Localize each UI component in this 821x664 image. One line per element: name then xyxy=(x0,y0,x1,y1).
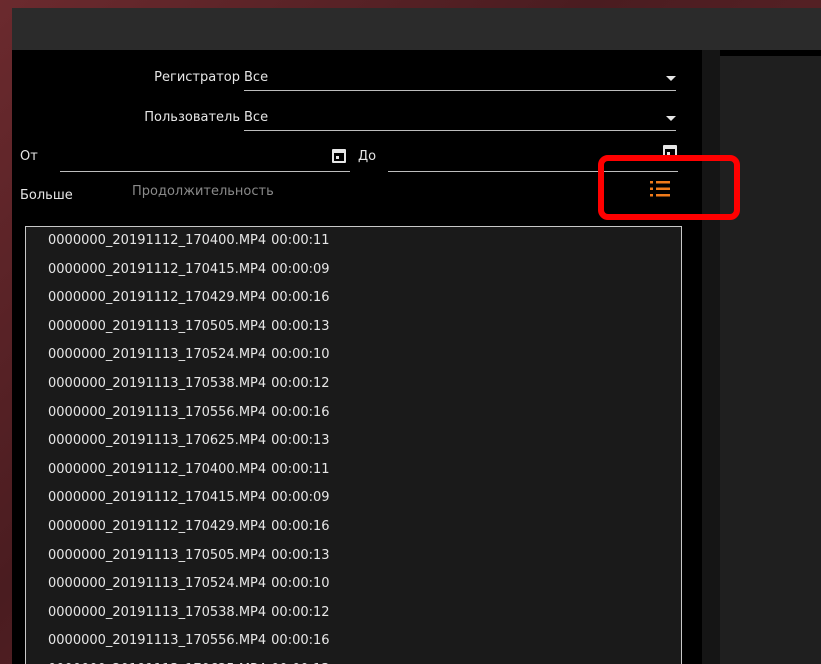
recorder-select-value: Все xyxy=(244,70,269,85)
user-label: Пользователь xyxy=(144,110,240,125)
file-duration: 00:00:16 xyxy=(271,404,330,420)
list-item[interactable]: 0000000_20191112_170415.MP4 00:00:09 xyxy=(26,256,681,285)
list-item[interactable]: 0000000_20191112_170400.MP4 00:00:11 xyxy=(26,227,681,256)
list-item[interactable]: 0000000_20191113_170538.MP4 00:00:12 xyxy=(26,599,681,628)
file-duration: 00:00:12 xyxy=(271,604,330,620)
app-window: Регистратор Все Пользователь Все От До Б… xyxy=(12,8,821,664)
file-name: 0000000_20191113_170505.MP4 xyxy=(48,318,267,334)
file-duration: 00:00:13 xyxy=(271,433,330,449)
file-duration: 00:00:11 xyxy=(271,233,330,248)
file-duration: 00:00:12 xyxy=(271,375,330,391)
to-label: До xyxy=(358,149,377,164)
desktop-background: Регистратор Все Пользователь Все От До Б… xyxy=(0,0,821,664)
file-duration: 00:00:16 xyxy=(271,633,330,649)
user-select-value: Все xyxy=(244,110,269,125)
file-list[interactable]: 0000000_20191112_170400.MP4 00:00:11 00000… xyxy=(25,226,682,664)
file-duration: 00:00:09 xyxy=(271,490,330,506)
duration-label: Продолжительность xyxy=(132,184,274,199)
list-item[interactable]: 0000000_20191112_170415.MP4 00:00:09 xyxy=(26,484,681,513)
from-date-input[interactable] xyxy=(60,171,350,172)
file-duration: 00:00:10 xyxy=(271,347,330,363)
list-item[interactable]: 0000000_20191113_170625.MP400:00:13 xyxy=(26,427,681,456)
list-item[interactable]: 0000000_20191113_170524.MP4 00:00:10 xyxy=(26,570,681,599)
file-name: 0000000_20191113_170625.MP4 xyxy=(48,433,267,449)
recorder-label: Регистратор xyxy=(154,70,240,85)
list-item[interactable]: 0000000_20191113_170538.MP4 00:00:12 xyxy=(26,370,681,399)
from-label: От xyxy=(20,149,38,164)
calendar-icon[interactable] xyxy=(332,149,346,163)
list-item[interactable]: 0000000_20191112_170429.MP4 00:00:16 xyxy=(26,284,681,313)
recorder-select[interactable]: Все xyxy=(244,68,676,91)
list-item[interactable]: 0000000_20191113_170556.MP4 00:00:16 xyxy=(26,399,681,428)
list-item[interactable]: 0000000_20191112_170429.MP4 00:00:16 xyxy=(26,513,681,542)
list-item[interactable]: 0000000_20191112_170400.MP4 00:00:11 xyxy=(26,456,681,485)
file-duration: 00:00:16 xyxy=(271,290,330,306)
preview-panel xyxy=(720,56,821,664)
more-button[interactable]: Больше xyxy=(20,188,73,203)
file-name: 0000000_20191113_170556.MP4 xyxy=(48,404,267,420)
file-duration: 00:00:11 xyxy=(271,461,330,477)
file-duration: 00:00:09 xyxy=(271,261,330,277)
list-item[interactable]: 0000000_20191113_170505.MP4 00:00:13 xyxy=(26,542,681,571)
list-item[interactable]: 0000000_20191113_170625.MP400:00:13 xyxy=(26,656,681,664)
list-item[interactable]: 0000000_20191113_170556.MP4 00:00:16 xyxy=(26,627,681,656)
chevron-down-icon xyxy=(666,116,676,121)
file-duration: 00:00:16 xyxy=(271,518,330,534)
chevron-down-icon xyxy=(666,76,676,81)
file-duration: 00:00:13 xyxy=(271,547,330,563)
search-panel: Регистратор Все Пользователь Все От До Б… xyxy=(12,50,702,664)
file-name: 0000000_20191113_170538.MP4 xyxy=(48,375,267,391)
list-item[interactable]: 0000000_20191113_170505.MP4 00:00:13 xyxy=(26,313,681,342)
panel-splitter[interactable] xyxy=(702,50,720,664)
file-duration: 00:00:10 xyxy=(271,576,330,592)
file-name: 0000000_20191112_170415.MP4 xyxy=(48,490,267,506)
file-name: 0000000_20191112_170429.MP4 xyxy=(48,518,267,534)
file-name: 0000000_20191113_170505.MP4 xyxy=(48,547,267,563)
file-name: 0000000_20191113_170524.MP4 xyxy=(48,576,267,592)
file-name: 0000000_20191112_170415.MP4 xyxy=(48,261,267,277)
file-name: 0000000_20191113_170524.MP4 xyxy=(48,347,267,363)
file-name: 0000000_20191113_170556.MP4 xyxy=(48,633,267,649)
file-name: 0000000_20191113_170538.MP4 xyxy=(48,604,267,620)
file-duration: 00:00:13 xyxy=(271,318,330,334)
file-name: 0000000_20191112_170400.MP4 xyxy=(48,461,267,477)
file-name: 0000000_20191112_170400.MP4 xyxy=(48,233,267,248)
highlight-annotation xyxy=(598,155,740,220)
title-bar[interactable] xyxy=(12,8,821,50)
file-name: 0000000_20191112_170429.MP4 xyxy=(48,290,267,306)
user-select[interactable]: Все xyxy=(244,108,676,131)
list-item[interactable]: 0000000_20191113_170524.MP4 00:00:10 xyxy=(26,341,681,370)
